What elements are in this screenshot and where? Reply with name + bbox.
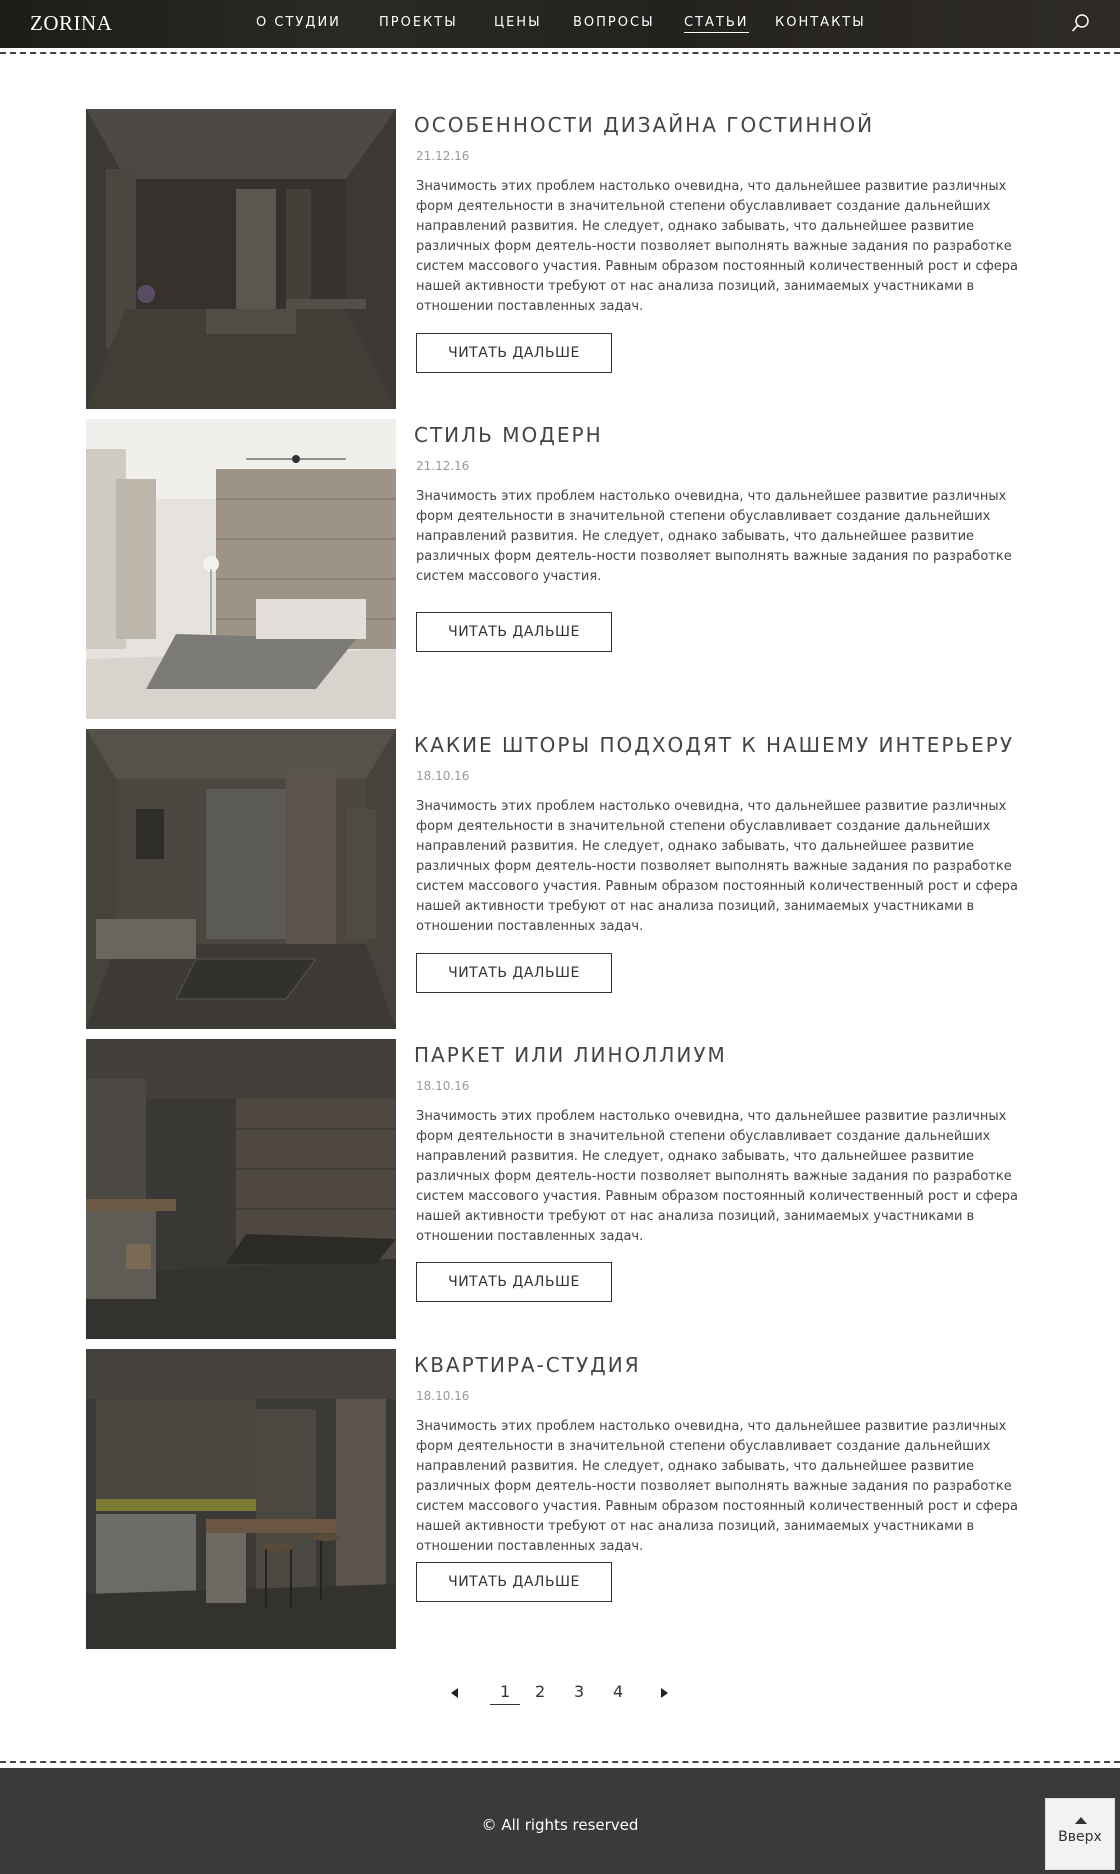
nav-item-prices[interactable]: ЦЕНЫ xyxy=(494,14,542,32)
article-excerpt: Значимость этих проблем настолько очевид… xyxy=(416,1419,1018,1554)
article-date: 21.12.16 xyxy=(416,459,470,473)
triangle-up-icon xyxy=(1075,1817,1087,1824)
page-link-1[interactable]: 1 xyxy=(490,1682,521,1705)
header-divider xyxy=(0,52,1120,54)
article-excerpt: Значимость этих проблем настолько очевид… xyxy=(416,1109,1018,1244)
article-card: СТИЛЬ МОДЕРН 21.12.16 Значимость этих пр… xyxy=(86,419,1046,719)
article-card: КАКИЕ ШТОРЫ ПОДХОДЯТ К НАШЕМУ ИНТЕРЬЕРУ … xyxy=(86,729,1046,1029)
nav-item-contacts[interactable]: КОНТАКТЫ xyxy=(775,14,866,32)
article-card: КВАРТИРА-СТУДИЯ 18.10.16 Значимость этих… xyxy=(86,1349,1046,1649)
article-date: 21.12.16 xyxy=(416,149,470,163)
article-date: 18.10.16 xyxy=(416,1079,470,1093)
read-more-button[interactable]: ЧИТАТЬ ДАЛЬШЕ xyxy=(416,333,612,373)
read-more-button[interactable]: ЧИТАТЬ ДАЛЬШЕ xyxy=(416,953,612,993)
triangle-right-icon[interactable] xyxy=(661,1688,668,1698)
article-card: ПАРКЕТ ИЛИ ЛИНОЛЛИУМ 18.10.16 Значимость… xyxy=(86,1039,1046,1339)
footer-divider xyxy=(0,1761,1120,1763)
nav-item-articles[interactable]: СТАТЬИ xyxy=(684,14,749,33)
article-card: ОСОБЕННОСТИ ДИЗАЙНА ГОСТИННОЙ 21.12.16 З… xyxy=(86,109,1046,409)
article-image[interactable] xyxy=(86,1039,396,1339)
read-more-button[interactable]: ЧИТАТЬ ДАЛЬШЕ xyxy=(416,1562,612,1602)
page-link-4[interactable]: 4 xyxy=(613,1682,623,1701)
article-image[interactable] xyxy=(86,1349,396,1649)
article-title[interactable]: ПАРКЕТ ИЛИ ЛИНОЛЛИУМ xyxy=(414,1043,727,1067)
nav-item-faq[interactable]: ВОПРОСЫ xyxy=(573,14,655,32)
article-image[interactable] xyxy=(86,419,396,719)
pagination: 1 2 3 4 xyxy=(0,1682,1120,1712)
article-excerpt: Значимость этих проблем настолько очевид… xyxy=(416,179,1018,314)
back-to-top-label: Вверх xyxy=(1058,1829,1102,1845)
article-excerpt: Значимость этих проблем настолько очевид… xyxy=(416,799,1018,934)
triangle-left-icon[interactable] xyxy=(451,1688,458,1698)
nav-item-about[interactable]: О СТУДИИ xyxy=(256,14,341,32)
search-icon[interactable] xyxy=(1070,12,1092,34)
article-excerpt: Значимость этих проблем настолько очевид… xyxy=(416,489,1012,584)
site-header: ZORINA О СТУДИИ ПРОЕКТЫ ЦЕНЫ ВОПРОСЫ СТА… xyxy=(0,0,1120,48)
site-footer: © All rights reserved xyxy=(0,1768,1120,1874)
article-date: 18.10.16 xyxy=(416,769,470,783)
read-more-button[interactable]: ЧИТАТЬ ДАЛЬШЕ xyxy=(416,612,612,652)
article-title[interactable]: КАКИЕ ШТОРЫ ПОДХОДЯТ К НАШЕМУ ИНТЕРЬЕРУ xyxy=(414,733,1014,757)
back-to-top-button[interactable]: Вверх xyxy=(1045,1798,1115,1870)
page-link-3[interactable]: 3 xyxy=(574,1682,584,1701)
page-link-2[interactable]: 2 xyxy=(535,1682,545,1701)
article-date: 18.10.16 xyxy=(416,1389,470,1403)
article-title[interactable]: ОСОБЕННОСТИ ДИЗАЙНА ГОСТИННОЙ xyxy=(414,113,874,137)
article-title[interactable]: КВАРТИРА-СТУДИЯ xyxy=(414,1353,641,1377)
site-logo[interactable]: ZORINA xyxy=(30,11,112,36)
read-more-button[interactable]: ЧИТАТЬ ДАЛЬШЕ xyxy=(416,1262,612,1302)
article-image[interactable] xyxy=(86,729,396,1029)
article-image[interactable] xyxy=(86,109,396,409)
copyright-text: © All rights reserved xyxy=(481,1816,639,1834)
article-title[interactable]: СТИЛЬ МОДЕРН xyxy=(414,423,603,447)
nav-item-projects[interactable]: ПРОЕКТЫ xyxy=(379,14,458,32)
